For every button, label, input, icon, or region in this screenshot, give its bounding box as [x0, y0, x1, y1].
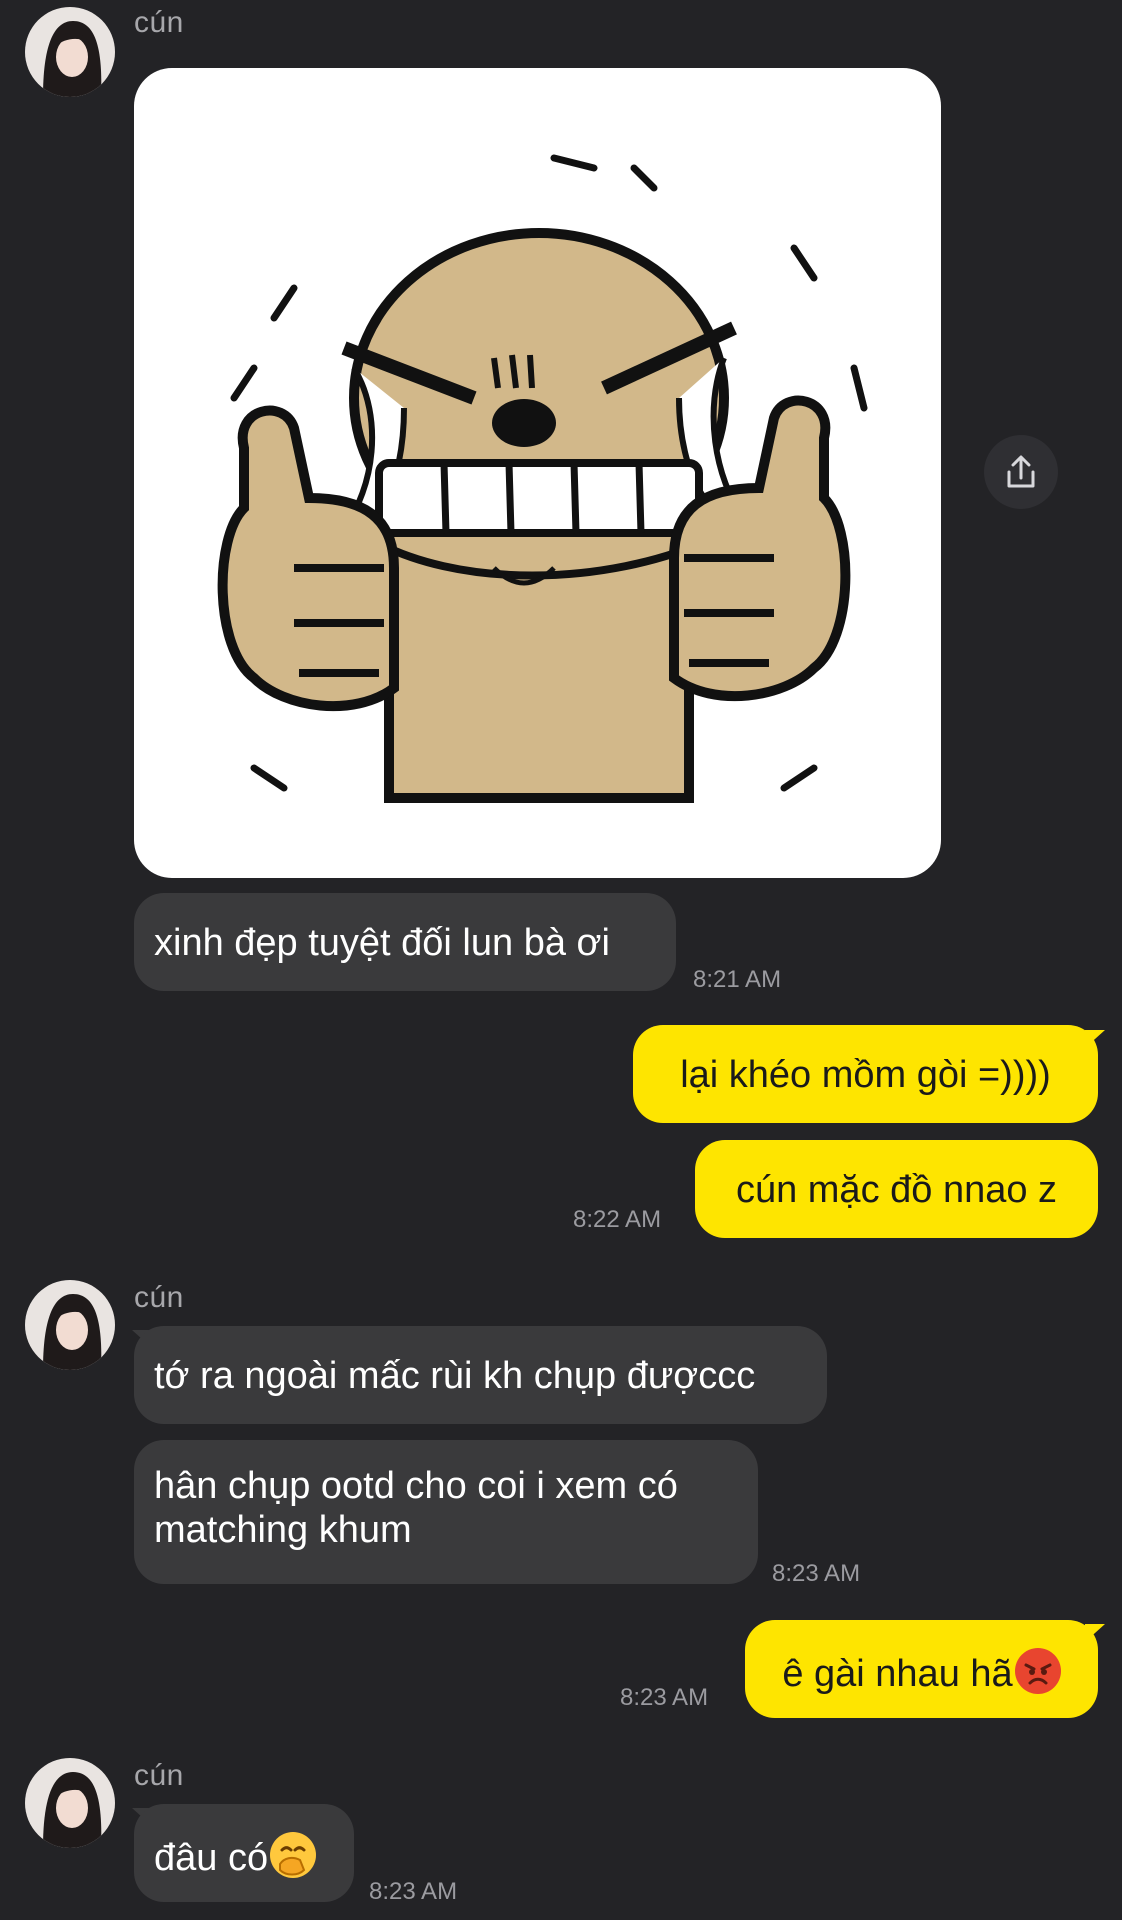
sender-name: cún — [134, 6, 184, 39]
incoming-message-bubble[interactable]: tớ ra ngoài mấc rùi kh chụp đượccc — [134, 1326, 827, 1424]
contact-avatar[interactable] — [25, 7, 115, 97]
sticker-message[interactable] — [134, 68, 941, 878]
outgoing-message-bubble[interactable]: ê gài nhau hã — [745, 1620, 1098, 1718]
message-text: lại khéo mồm gòi =)))) — [680, 1054, 1051, 1096]
share-button[interactable] — [984, 435, 1058, 509]
outgoing-bubble-tail — [1085, 1624, 1105, 1642]
message-text: tớ ra ngoài mấc rùi kh chụp đượccc — [154, 1355, 756, 1397]
message-timestamp: 8:23 AM — [772, 1560, 861, 1587]
message-text: cún mặc đồ nnao z — [735, 1169, 1058, 1211]
message-text: ê gài nhau hã — [782, 1653, 1013, 1695]
sender-name: cún — [134, 1281, 184, 1314]
message-timestamp: 8:23 AM — [620, 1684, 709, 1711]
share-upload-icon — [1007, 455, 1035, 488]
outgoing-message-bubble[interactable]: lại khéo mồm gòi =)))) — [633, 1025, 1098, 1123]
incoming-message-bubble[interactable]: xinh đẹp tuyệt đối lun bà ơi — [134, 893, 676, 991]
message-timestamp: 8:22 AM — [573, 1206, 662, 1233]
sender-name: cún — [134, 1759, 184, 1792]
incoming-message-bubble[interactable]: hân chụp ootd cho coi i xem có matching … — [134, 1440, 758, 1584]
contact-avatar[interactable] — [25, 1758, 115, 1848]
angry-face-emoji — [1014, 1648, 1061, 1694]
outgoing-bubble-tail — [1085, 1030, 1105, 1048]
message-text-line: matching khum — [154, 1509, 412, 1551]
message-text-line: hân chụp ootd cho coi i xem có — [154, 1465, 678, 1507]
contact-avatar[interactable] — [25, 1280, 115, 1370]
crying-thumbs-up-sticker — [217, 154, 868, 803]
message-text: đâu có — [154, 1837, 269, 1879]
message-text: xinh đẹp tuyệt đối lun bà ơi — [154, 922, 610, 964]
face-with-hand-over-mouth-emoji — [270, 1832, 317, 1878]
outgoing-message-bubble[interactable]: cún mặc đồ nnao z — [695, 1140, 1098, 1238]
incoming-message-bubble[interactable]: đâu có — [134, 1804, 354, 1902]
message-timestamp: 8:21 AM — [693, 966, 782, 993]
message-timestamp: 8:23 AM — [369, 1878, 458, 1905]
